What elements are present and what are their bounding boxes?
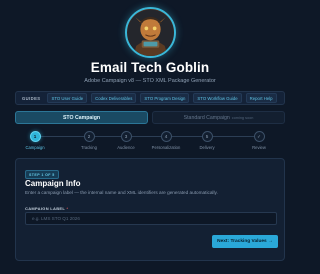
step-audience[interactable]: 3 Audience xyxy=(106,131,146,150)
campaign-label-text: CAMPAIGN LABEL xyxy=(25,206,66,211)
app-page: Email Tech Goblin Adobe Campaign v8 — ST… xyxy=(0,0,300,274)
tab-sto-campaign-label: STO Campaign xyxy=(62,114,101,121)
guide-link-sto-user-guide[interactable]: STO User Guide xyxy=(47,93,88,103)
guides-bar: GUIDES STO User Guide Codex Deliverables… xyxy=(15,91,285,105)
check-icon: ✓ xyxy=(253,131,265,142)
step-delivery-label: Delivery xyxy=(199,145,215,150)
step-personalization-number: 4 xyxy=(160,131,172,142)
goblin-avatar xyxy=(125,7,176,58)
app-title: Email Tech Goblin xyxy=(90,60,210,75)
step-campaign[interactable]: 1 Campaign xyxy=(15,131,55,150)
step-audience-number: 3 xyxy=(120,131,132,142)
campaign-info-card: STEP 1 OF 5 Campaign Info Enter a campai… xyxy=(15,158,285,261)
wizard-stepper: 1 Campaign 2 Tracking 3 Audience 4 Perso… xyxy=(15,131,285,153)
card-title: Campaign Info xyxy=(25,179,81,188)
card-description: Enter a campaign label — the internal na… xyxy=(25,190,218,195)
guide-link-sto-program-design[interactable]: STO Program Design xyxy=(140,93,190,103)
app-subtitle: Adobe Campaign v8 — STO XML Package Gene… xyxy=(84,78,216,84)
step-personalization[interactable]: 4 Personalization xyxy=(146,131,186,150)
tab-standard-campaign-label: Standard Campaign xyxy=(183,114,230,121)
step-review[interactable]: ✓ Review xyxy=(239,131,279,150)
step-delivery[interactable]: 5 Delivery xyxy=(187,131,227,150)
required-mark: * xyxy=(66,206,69,211)
campaign-mode-tabs: STO Campaign Standard Campaign coming so… xyxy=(15,111,285,124)
step-tracking-number: 2 xyxy=(83,131,95,142)
tab-sto-campaign[interactable]: STO Campaign xyxy=(15,111,148,124)
step-campaign-label: Campaign xyxy=(25,145,45,150)
step-campaign-number: 1 xyxy=(29,131,41,142)
guide-link-sto-workflow-guide[interactable]: STO Workflow Guide xyxy=(193,93,242,103)
step-badge: STEP 1 OF 5 xyxy=(25,170,59,179)
guides-label: GUIDES xyxy=(22,95,41,101)
campaign-label-input[interactable] xyxy=(25,212,277,225)
step-review-label: Review xyxy=(252,145,266,150)
goblin-avatar-icon xyxy=(127,9,174,56)
guide-link-codex-deliverables[interactable]: Codex Deliverables xyxy=(91,93,137,103)
step-personalization-label: Personalization xyxy=(151,145,181,150)
step-tracking-label: Tracking xyxy=(81,145,97,150)
step-delivery-number: 5 xyxy=(201,131,213,142)
campaign-label-field-label: CAMPAIGN LABEL * xyxy=(25,206,68,211)
coming-soon-note: coming soon xyxy=(231,115,254,120)
tab-standard-campaign[interactable]: Standard Campaign coming soon xyxy=(152,111,285,124)
step-audience-label: Audience xyxy=(117,145,135,150)
step-tracking[interactable]: 2 Tracking xyxy=(69,131,109,150)
guide-link-report-help[interactable]: Report Help xyxy=(245,93,277,103)
next-tracking-values-button[interactable]: Next: Tracking Values → xyxy=(212,235,278,248)
